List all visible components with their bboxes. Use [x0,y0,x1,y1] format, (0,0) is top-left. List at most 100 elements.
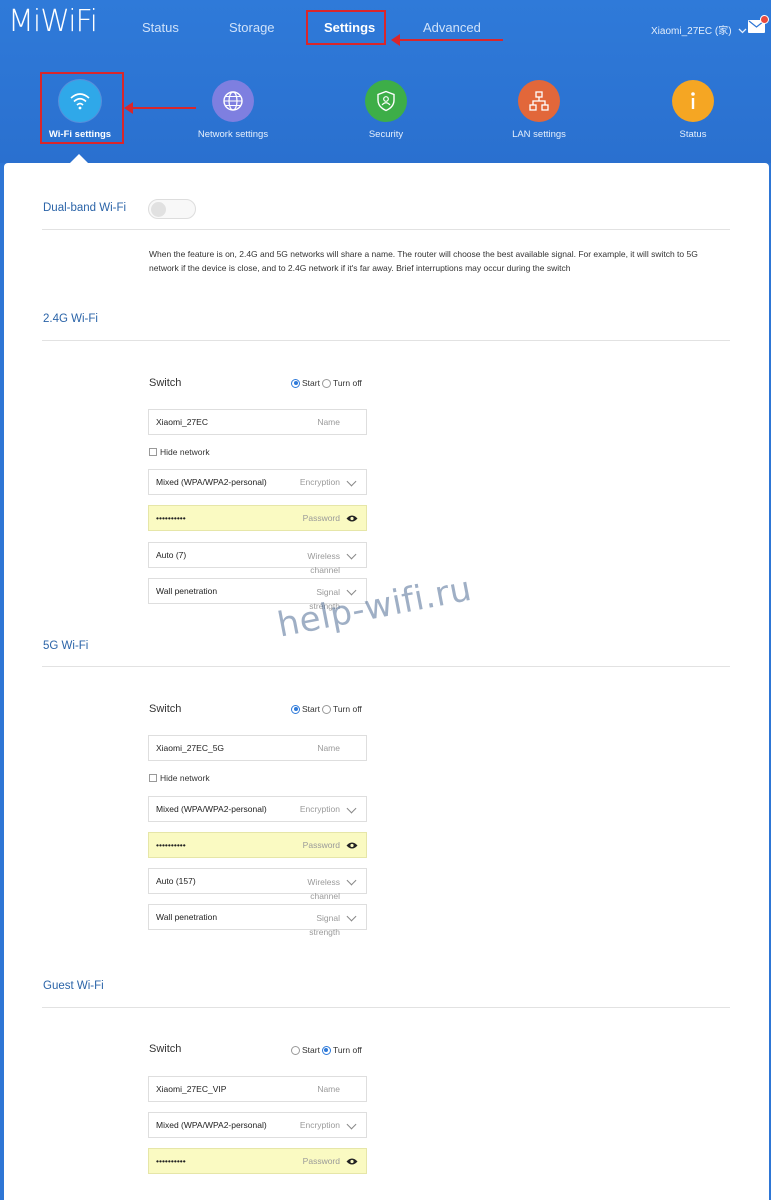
subnav-lan-settings[interactable]: LAN settings [479,80,599,140]
wifi24-off-label: Turn off [332,378,362,388]
wifi5-password-field[interactable]: •••••••••• Password [148,832,367,858]
wifi5-password-value: •••••••••• [156,840,186,850]
eye-icon[interactable] [346,514,358,523]
subnav-lan-label: LAN settings [512,129,566,140]
chevron-down-icon [346,911,357,922]
divider [42,1007,730,1008]
dual-band-description: When the feature is on, 2.4G and 5G netw… [149,249,698,273]
subnav-status-label: Status [679,129,707,140]
chevron-down-icon [346,585,357,596]
wifi24-signal-value: Wall penetration [156,586,218,596]
mail-icon[interactable] [748,15,769,33]
chevron-down-icon [738,28,747,34]
active-tab-indicator [70,154,88,163]
wifi24-encryption-value: Mixed (WPA/WPA2-personal) [156,477,267,487]
router-name-label: Xiaomi_27EC (家) [651,26,732,37]
subnav-security-label: Security [368,129,404,140]
wifi24-signal-select[interactable]: Wall penetration Signal strength [148,578,367,611]
guest-encryption-placeholder: Encryption [299,1120,340,1130]
subnav-network-settings[interactable]: Network settings [173,80,293,140]
wifi-settings-highlight-box [40,72,124,144]
subnav-status[interactable]: Status [633,80,753,140]
guest-start-radio[interactable] [291,1045,300,1055]
wifi5-signal-placeholder: Signal strength [309,913,340,937]
wifi5-start-radio[interactable] [291,704,300,714]
wifi24-title: 2.4G Wi-Fi [43,313,98,325]
guest-title: Guest Wi-Fi [43,980,104,992]
divider [42,666,730,667]
wifi5-start-label: Start [302,704,320,714]
guest-password-field[interactable]: •••••••••• Password [148,1148,367,1174]
wifi-settings-pointer-arrow [124,102,196,114]
divider [42,340,730,341]
wifi5-hide-checkbox[interactable] [149,774,157,782]
top-bar: MiWiFi Status Storage Settings Advanced … [0,0,771,163]
wifi24-start-radio[interactable] [291,378,300,388]
wifi5-switch-label: Switch [149,703,182,715]
settings-panel [4,163,769,1200]
wifi5-signal-select[interactable]: Wall penetration Signal strength [148,904,367,937]
wifi5-name-field[interactable]: Xiaomi_27EC_5G Name [148,735,367,761]
dual-band-toggle[interactable] [148,199,196,219]
wifi24-name-field[interactable]: Xiaomi_27EC Name [148,409,367,435]
guest-name-value: Xiaomi_27EC_VIP [156,1084,227,1094]
chevron-down-icon [346,1119,357,1130]
wifi5-name-placeholder: Name [317,743,340,753]
guest-encryption-select[interactable]: Mixed (WPA/WPA2-personal) Encryption [148,1112,367,1138]
wifi24-hide-network[interactable]: Hide network [149,447,210,457]
nav-advanced[interactable]: Advanced [423,20,481,35]
router-name-dropdown[interactable]: Xiaomi_27EC (家) [651,22,747,37]
wifi5-title: 5G Wi-Fi [43,640,89,652]
chevron-down-icon [346,803,357,814]
wifi24-hide-label: Hide network [160,447,210,457]
wifi5-switch-radios: Start Turn off [291,704,362,714]
wifi24-switch-label: Switch [149,377,182,389]
chevron-down-icon [346,875,357,886]
dual-band-title: Dual-band Wi-Fi [43,202,127,214]
nav-status[interactable]: Status [142,20,179,35]
wifi24-hide-checkbox[interactable] [149,448,157,456]
eye-icon[interactable] [346,841,358,850]
wifi24-password-placeholder: Password [302,513,340,523]
subnav-security[interactable]: Security [326,80,446,140]
subnav-network-label: Network settings [197,129,269,140]
wifi24-password-field[interactable]: •••••••••• Password [148,505,367,531]
globe-icon [212,80,254,122]
chevron-down-icon [346,549,357,560]
wifi5-channel-value: Auto (157) [156,876,196,886]
chevron-down-icon [346,476,357,487]
wifi24-name-value: Xiaomi_27EC [156,417,208,427]
guest-name-field[interactable]: Xiaomi_27EC_VIP Name [148,1076,367,1102]
wifi24-encryption-select[interactable]: Mixed (WPA/WPA2-personal) Encryption [148,469,367,495]
nav-storage[interactable]: Storage [229,20,275,35]
guest-password-placeholder: Password [302,1156,340,1166]
guest-off-label: Turn off [332,1045,362,1055]
wifi5-off-radio[interactable] [321,704,331,714]
wifi24-start-label: Start [302,378,320,388]
wifi24-channel-select[interactable]: Auto (7) Wireless channel [148,542,367,575]
eye-icon[interactable] [346,1157,358,1166]
guest-start-label: Start [302,1045,320,1055]
wifi24-off-radio[interactable] [321,378,331,388]
divider [42,229,730,230]
wifi24-encryption-placeholder: Encryption [299,477,340,487]
wifi5-signal-value: Wall penetration [156,912,218,922]
wifi5-off-label: Turn off [332,704,362,714]
wifi24-channel-value: Auto (7) [156,550,187,560]
wifi5-encryption-select[interactable]: Mixed (WPA/WPA2-personal) Encryption [148,796,367,822]
wifi24-password-value: •••••••••• [156,513,186,523]
wifi5-channel-select[interactable]: Auto (157) Wireless channel [148,868,367,901]
wifi24-name-placeholder: Name [317,417,340,427]
guest-off-radio[interactable] [321,1045,331,1055]
wifi5-encryption-value: Mixed (WPA/WPA2-personal) [156,804,267,814]
wifi5-channel-placeholder: Wireless channel [307,877,340,901]
guest-switch-radios: Start Turn off [291,1045,362,1055]
wifi5-encryption-placeholder: Encryption [299,804,340,814]
guest-encryption-value: Mixed (WPA/WPA2-personal) [156,1120,267,1130]
guest-name-placeholder: Name [317,1084,340,1094]
wifi5-hide-network[interactable]: Hide network [149,773,210,783]
wifi5-hide-label: Hide network [160,773,210,783]
info-icon [672,80,714,122]
wifi24-signal-placeholder: Signal strength [309,587,340,611]
wifi5-password-placeholder: Password [302,840,340,850]
